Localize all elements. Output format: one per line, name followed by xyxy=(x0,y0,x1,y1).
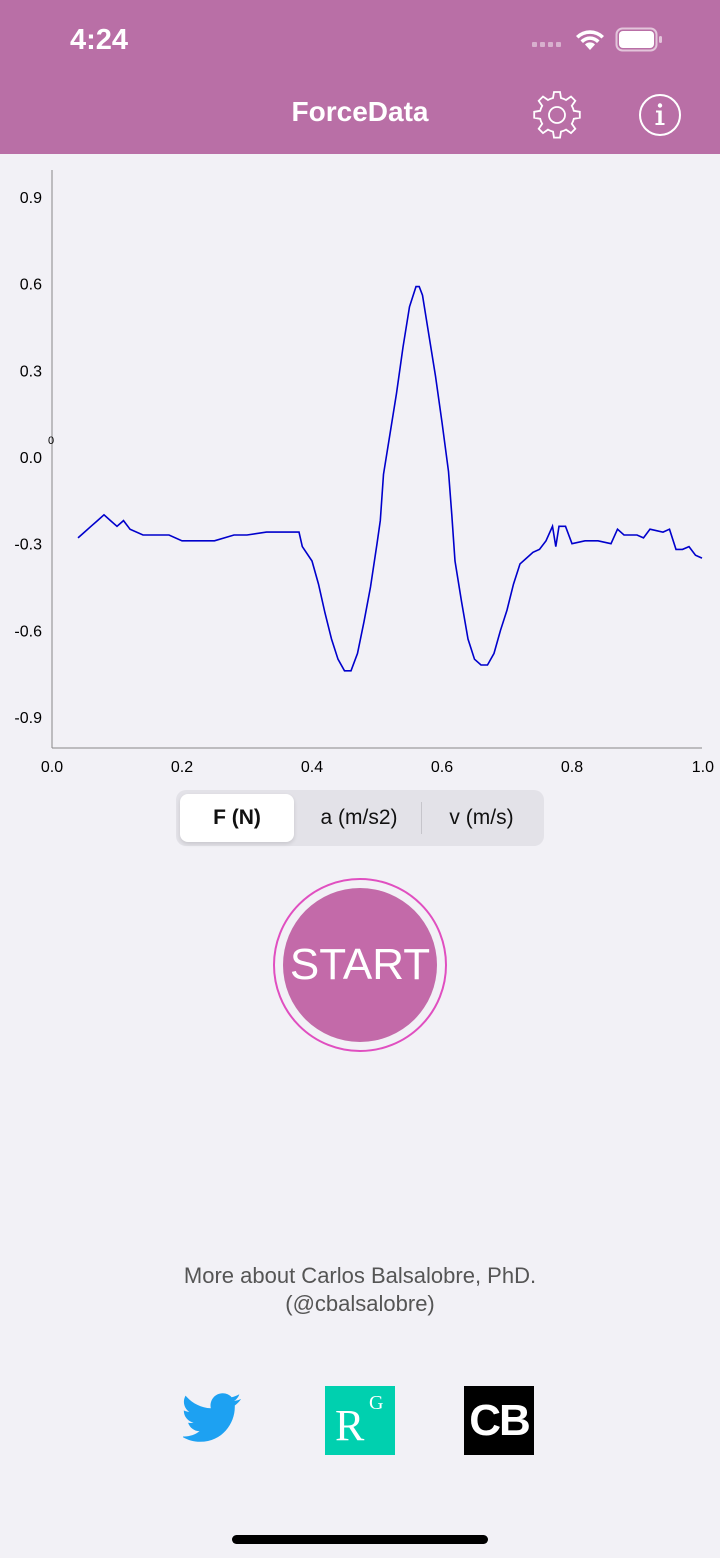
y-tick-label: 0.0 xyxy=(20,450,42,467)
gear-icon[interactable] xyxy=(531,89,583,141)
y-tick-label: 0.6 xyxy=(20,277,42,294)
y-tick-label: 0.3 xyxy=(20,363,42,380)
segment-force[interactable]: F (N) xyxy=(180,794,294,842)
force-chart: 0 0.9 0.6 0.3 0.0 -0.3 -0.6 -0.9 0.0 0.2 0.4 0.6 0… xyxy=(14,170,714,776)
twitter-bird-icon[interactable] xyxy=(183,1392,243,1448)
y-tick-label: 0.9 xyxy=(20,190,42,207)
about-line-2: (@cbalsalobre) xyxy=(285,1291,435,1316)
cb-website-link[interactable]: CB xyxy=(464,1386,534,1455)
battery-icon xyxy=(615,27,662,52)
segment-divider xyxy=(421,802,422,834)
researchgate-link[interactable]: R G xyxy=(325,1386,395,1455)
nav-header: 4:24 ForceData xyxy=(0,0,720,154)
x-tick-label: 0.2 xyxy=(171,759,193,776)
x-tick-label: 1.0 xyxy=(692,759,714,776)
home-indicator xyxy=(232,1535,488,1544)
x-tick-label: 0.6 xyxy=(431,759,453,776)
x-tick-label: 0.4 xyxy=(301,759,323,776)
force-series-line xyxy=(77,285,703,672)
x-tick-label: 0.8 xyxy=(561,759,583,776)
y-tick-label: -0.6 xyxy=(14,623,42,640)
y-tick-label: -0.3 xyxy=(14,537,42,554)
y-axis-label: 0 xyxy=(48,435,54,447)
segment-acceleration[interactable]: a (m/s2) xyxy=(298,794,420,842)
y-tick-label: -0.9 xyxy=(14,710,42,727)
measurement-segmented-control: F (N) a (m/s2) v (m/s) xyxy=(176,790,544,846)
start-button-ring: START xyxy=(273,878,447,1052)
cellular-signal-icon xyxy=(532,42,561,47)
page-title: ForceData xyxy=(291,96,429,127)
researchgate-g: G xyxy=(369,1392,384,1414)
status-time: 4:24 xyxy=(70,24,129,56)
about-author-link[interactable]: More about Carlos Balsalobre, PhD. (@cba… xyxy=(0,1262,720,1318)
info-icon[interactable] xyxy=(638,93,682,137)
start-button[interactable]: START xyxy=(283,888,437,1042)
about-line-1: More about Carlos Balsalobre, PhD. xyxy=(183,1263,537,1288)
status-icons xyxy=(532,27,662,52)
segment-velocity[interactable]: v (m/s) xyxy=(423,794,540,842)
wifi-icon xyxy=(576,30,604,50)
x-tick-label: 0.0 xyxy=(41,759,63,776)
researchgate-r: R xyxy=(335,1401,365,1450)
